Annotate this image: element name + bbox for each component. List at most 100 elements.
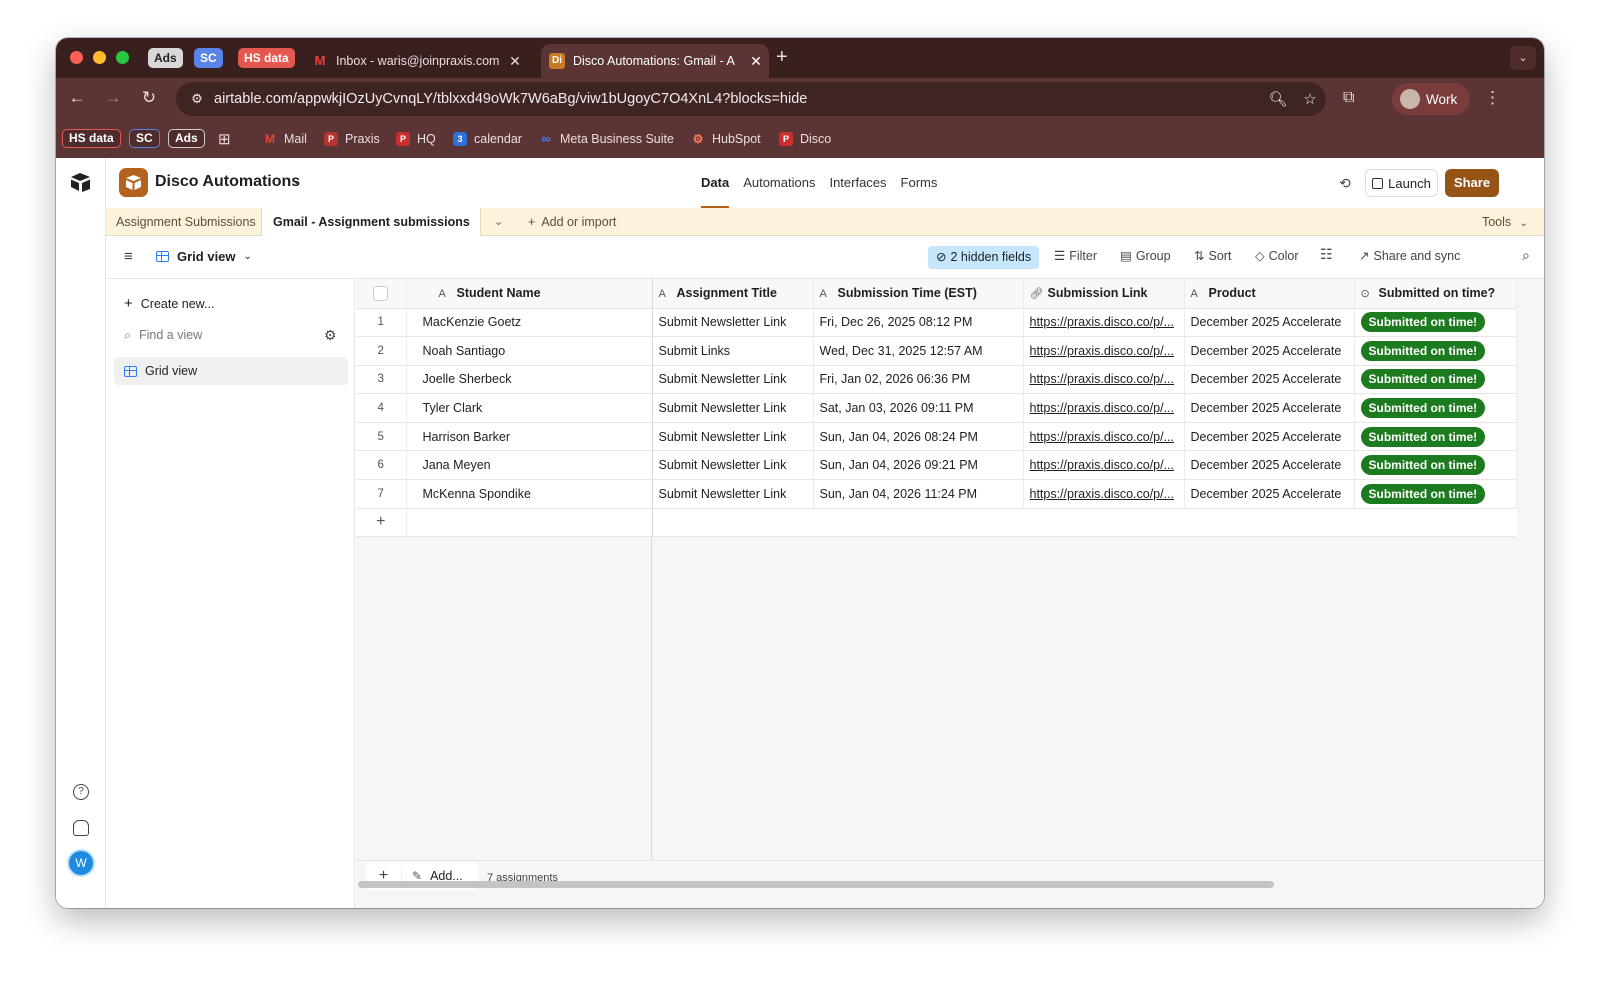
url-text[interactable]: airtable.com/appwkjIOzUyCvnqLY/tblxxd49o…: [214, 91, 1262, 107]
column-header-submission-link[interactable]: 🔗︎ Submission Link: [1023, 279, 1185, 309]
cell-assignment-title[interactable]: Submit Newsletter Link: [652, 393, 814, 423]
cell-student-name[interactable]: Tyler Clark: [406, 393, 653, 423]
cell-submission-time[interactable]: Sat, Jan 03, 2026 09:11 PM: [813, 393, 1024, 423]
cell-product[interactable]: December 2025 Accelerate: [1184, 365, 1355, 395]
close-tab-icon[interactable]: ✕: [502, 53, 528, 70]
cell-submitted-on-time[interactable]: Submitted on time!: [1354, 450, 1517, 481]
create-new-view-button[interactable]: + Create new...: [124, 295, 214, 312]
cell-submission-link[interactable]: https://praxis.disco.co/p/...: [1023, 336, 1185, 366]
tools-menu[interactable]: Tools ⌄: [1482, 208, 1528, 238]
notifications-bell-icon[interactable]: [73, 820, 89, 836]
base-name[interactable]: Disco Automations: [155, 173, 300, 191]
forward-arrow-icon[interactable]: →: [102, 88, 124, 108]
find-view-input[interactable]: ⌕ Find a view: [124, 328, 202, 343]
cell-product[interactable]: December 2025 Accelerate: [1184, 308, 1355, 338]
close-tab-icon[interactable]: ✕: [743, 53, 769, 70]
cell-submission-link[interactable]: https://praxis.disco.co/p/...: [1023, 422, 1185, 452]
cell-student-name[interactable]: McKenna Spondike: [406, 479, 653, 509]
hamburger-menu-icon[interactable]: ≡: [124, 248, 133, 265]
cell-student-name[interactable]: Harrison Barker: [406, 422, 653, 452]
column-header-submission-time[interactable]: A Submission Time (EST): [813, 279, 1024, 309]
hidden-fields-button[interactable]: ⊘ 2 hidden fields: [928, 246, 1040, 269]
cell-assignment-title[interactable]: Submit Newsletter Link: [652, 422, 814, 452]
address-bar[interactable]: ⚙ airtable.com/appwkjIOzUyCvnqLY/tblxxd4…: [176, 82, 1326, 116]
cell-assignment-title[interactable]: Submit Newsletter Link: [652, 479, 814, 509]
cell-student-name[interactable]: Jana Meyen: [406, 450, 653, 481]
browser-tab-gmail[interactable]: M Inbox - waris@joinpraxis.com ✕: [306, 44, 528, 78]
tab-group-sc[interactable]: SC: [194, 48, 223, 68]
table-row[interactable]: 7 McKenna Spondike Submit Newsletter Link S…: [356, 479, 1517, 509]
table-row[interactable]: 4 Tyler Clark Submit Newsletter Link Sat, J…: [356, 393, 1517, 423]
row-height-icon[interactable]: ☷: [1320, 246, 1333, 263]
cell-submission-time[interactable]: Sun, Jan 04, 2026 11:24 PM: [813, 479, 1024, 509]
cell-submission-time[interactable]: Wed, Dec 31, 2025 12:57 AM: [813, 336, 1024, 366]
bookmark-group-ads[interactable]: Ads: [168, 129, 205, 148]
cell-product[interactable]: December 2025 Accelerate: [1184, 479, 1355, 509]
history-icon[interactable]: ⟲: [1339, 175, 1351, 192]
reload-icon[interactable]: ↻: [138, 88, 160, 108]
tab-automations[interactable]: Automations: [736, 158, 822, 208]
site-settings-icon[interactable]: ⚙: [180, 91, 214, 107]
group-button[interactable]: ▤ Group: [1120, 248, 1171, 263]
column-header-submitted-on-time[interactable]: ⊙ Submitted on time?: [1354, 279, 1517, 309]
tab-search-chevron-icon[interactable]: ⌄: [1510, 46, 1536, 70]
bookmark-hubspot[interactable]: ⚙ HubSpot: [691, 129, 761, 149]
cell-submission-time[interactable]: Sun, Jan 04, 2026 09:21 PM: [813, 450, 1024, 481]
tab-data[interactable]: Data: [694, 158, 736, 208]
view-switcher[interactable]: Grid view ⌄: [156, 249, 252, 264]
cell-submitted-on-time[interactable]: Submitted on time!: [1354, 393, 1517, 423]
launch-button[interactable]: Launch: [1365, 169, 1438, 197]
airtable-logo-icon[interactable]: [70, 172, 92, 192]
zoom-window-button[interactable]: [116, 51, 129, 64]
cell-submission-link[interactable]: https://praxis.disco.co/p/...: [1023, 365, 1185, 395]
zoom-icon[interactable]: 🔍︎: [1262, 90, 1294, 108]
bookmark-mail[interactable]: M Mail: [263, 129, 307, 149]
submission-link[interactable]: https://praxis.disco.co/p/...: [1030, 458, 1175, 472]
add-record-plus-icon[interactable]: +: [356, 508, 407, 538]
submission-link[interactable]: https://praxis.disco.co/p/...: [1030, 487, 1175, 501]
cell-submission-time[interactable]: Sun, Jan 04, 2026 08:24 PM: [813, 422, 1024, 452]
browser-tab-airtable[interactable]: Di Disco Automations: Gmail - A ✕: [541, 44, 769, 78]
cell-assignment-title[interactable]: Submit Links: [652, 336, 814, 366]
select-all-checkbox[interactable]: [373, 285, 389, 301]
bookmark-meta-business-suite[interactable]: ∞ Meta Business Suite: [539, 129, 674, 149]
add-record-cell[interactable]: [406, 508, 653, 538]
bookmark-star-icon[interactable]: ☆: [1294, 90, 1326, 108]
view-settings-gear-icon[interactable]: ⚙: [324, 327, 337, 344]
submission-link[interactable]: https://praxis.disco.co/p/...: [1030, 315, 1175, 329]
column-header-product[interactable]: A Product: [1184, 279, 1355, 309]
help-icon[interactable]: ?: [73, 784, 89, 800]
cell-submitted-on-time[interactable]: Submitted on time!: [1354, 365, 1517, 395]
submission-link[interactable]: https://praxis.disco.co/p/...: [1030, 372, 1175, 386]
submission-link[interactable]: https://praxis.disco.co/p/...: [1030, 430, 1175, 444]
search-icon[interactable]: ⌕: [1522, 247, 1530, 264]
table-tab-assignment-submissions[interactable]: Assignment Submissions: [116, 208, 256, 236]
minimize-window-button[interactable]: [93, 51, 106, 64]
cell-product[interactable]: December 2025 Accelerate: [1184, 336, 1355, 366]
column-header-assignment-title[interactable]: A Assignment Title: [652, 279, 814, 309]
new-tab-icon[interactable]: +: [776, 46, 788, 69]
cell-product[interactable]: December 2025 Accelerate: [1184, 393, 1355, 423]
bookmark-hq[interactable]: P HQ: [396, 129, 436, 149]
base-box-icon[interactable]: [119, 168, 148, 197]
tab-forms[interactable]: Forms: [894, 158, 945, 208]
cell-student-name[interactable]: MacKenzie Goetz: [406, 308, 653, 338]
profile-button[interactable]: Work: [1392, 83, 1470, 115]
bookmark-group-hs-data[interactable]: HS data: [62, 129, 121, 148]
table-row[interactable]: 2 Noah Santiago Submit Links Wed, Dec 31, 2…: [356, 336, 1517, 366]
cell-assignment-title[interactable]: Submit Newsletter Link: [652, 308, 814, 338]
color-button[interactable]: ◇ Color: [1255, 248, 1299, 263]
tab-group-hs-data[interactable]: HS data: [238, 48, 295, 68]
submission-link[interactable]: https://praxis.disco.co/p/...: [1030, 401, 1175, 415]
filter-button[interactable]: ☰ Filter: [1054, 248, 1097, 263]
apps-grid-icon[interactable]: ⊞: [218, 129, 231, 149]
sort-button[interactable]: ⇅ Sort: [1194, 248, 1231, 263]
add-record-row[interactable]: +: [356, 508, 1516, 538]
cell-submission-link[interactable]: https://praxis.disco.co/p/...: [1023, 393, 1185, 423]
cell-submission-time[interactable]: Fri, Dec 26, 2025 08:12 PM: [813, 308, 1024, 338]
tab-group-ads[interactable]: Ads: [148, 48, 183, 68]
cell-student-name[interactable]: Noah Santiago: [406, 336, 653, 366]
cell-submitted-on-time[interactable]: Submitted on time!: [1354, 336, 1517, 366]
cell-submission-link[interactable]: https://praxis.disco.co/p/...: [1023, 450, 1185, 481]
table-row[interactable]: 6 Jana Meyen Submit Newsletter Link Sun, Ja…: [356, 450, 1517, 481]
